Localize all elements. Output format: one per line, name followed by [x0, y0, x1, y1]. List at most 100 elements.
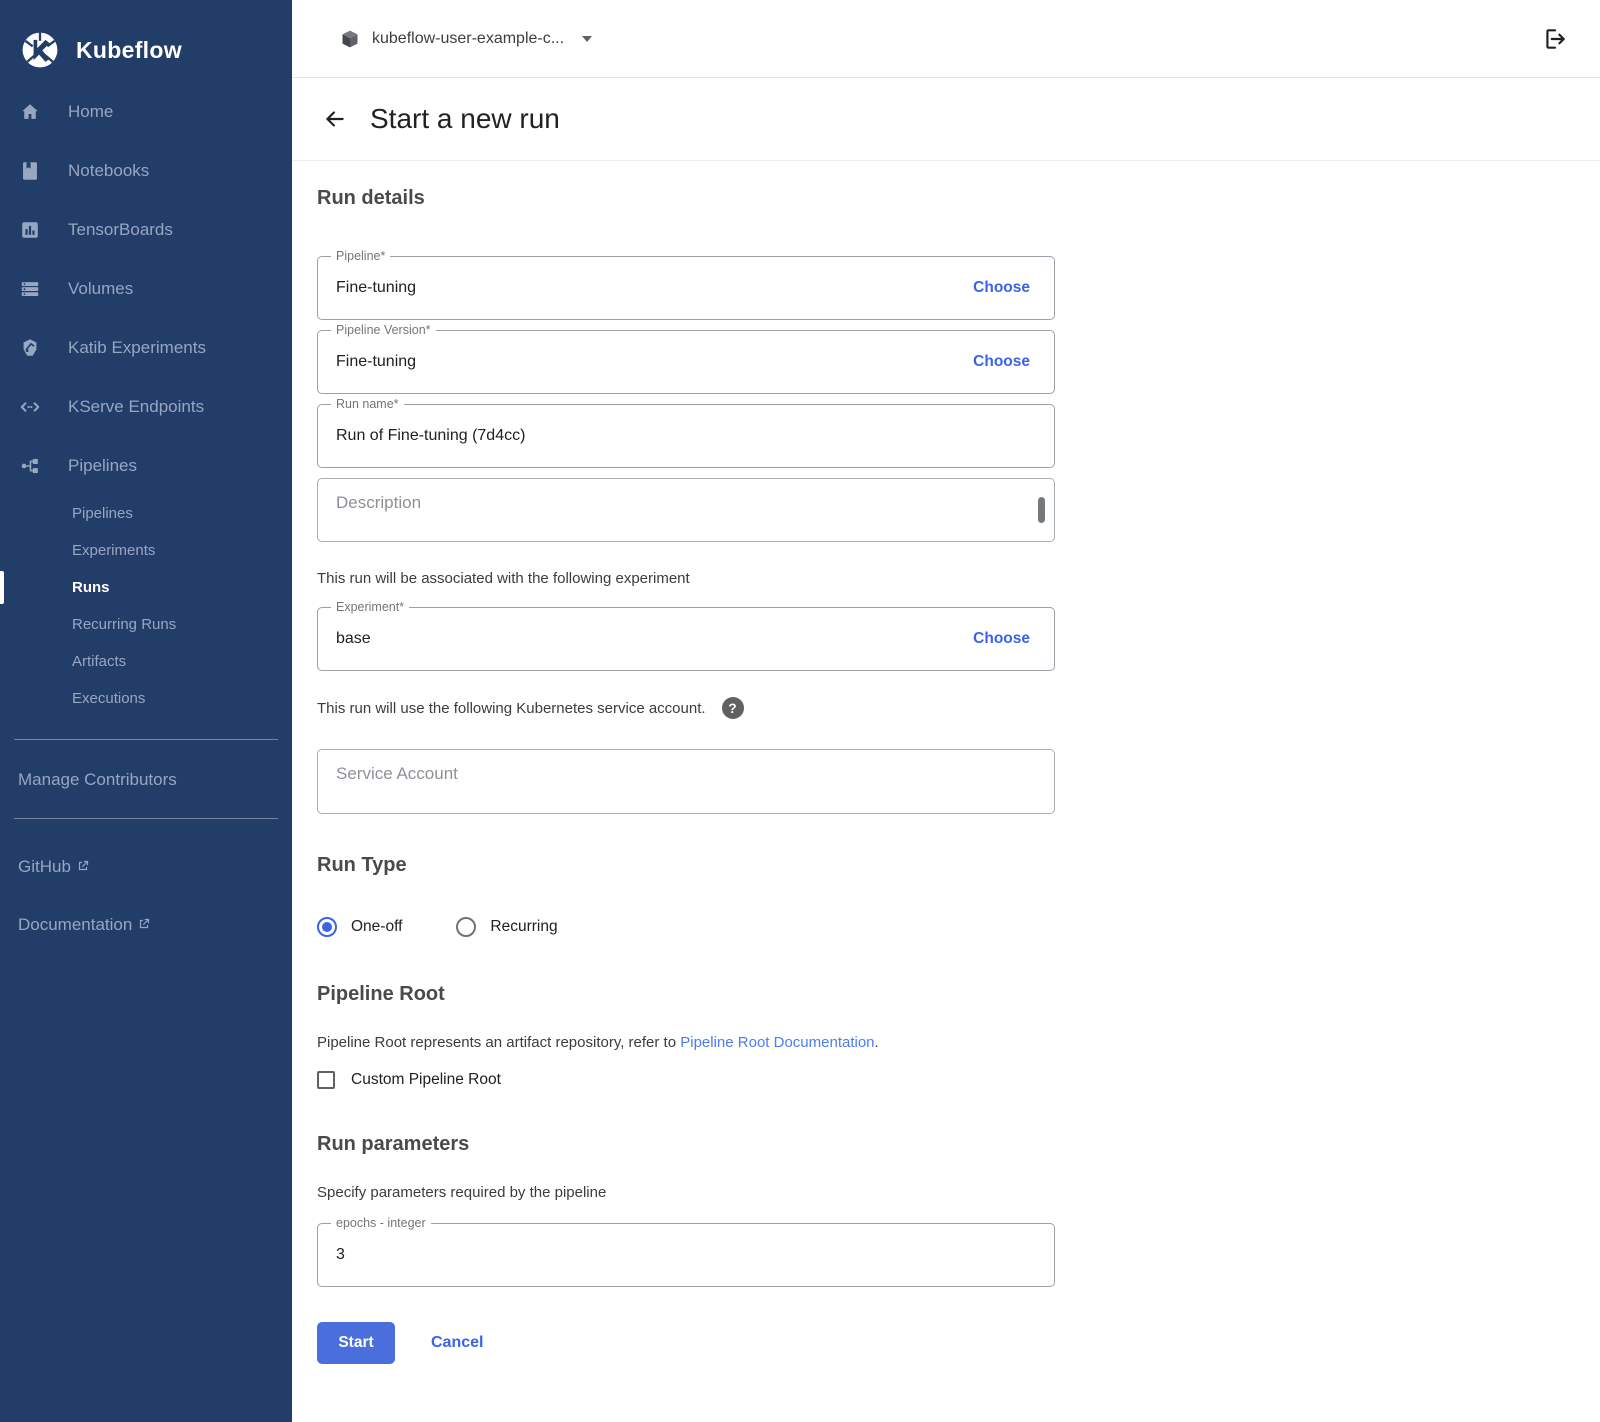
- sidebar: Kubeflow Home Notebooks TensorBoards: [0, 0, 292, 1422]
- checkbox-unchecked-icon[interactable]: [317, 1071, 335, 1089]
- notebook-icon: [18, 159, 42, 183]
- namespace-selector[interactable]: kubeflow-user-example-c...: [340, 29, 592, 49]
- back-button[interactable]: [320, 104, 350, 134]
- recurring-label: Recurring: [490, 918, 557, 936]
- sidebar-subitem-label: Pipelines: [72, 505, 133, 522]
- start-button[interactable]: Start: [317, 1322, 395, 1364]
- epochs-field[interactable]: epochs - integer: [317, 1223, 1055, 1287]
- custom-pipeline-root-label: Custom Pipeline Root: [351, 1071, 501, 1089]
- katib-icon: [18, 336, 42, 360]
- main-area: kubeflow-user-example-c... Start a new r…: [292, 0, 1600, 1422]
- bar-chart-icon: [18, 218, 42, 242]
- sidebar-item-notebooks[interactable]: Notebooks: [0, 141, 292, 200]
- form-content: Run details Pipeline* Fine-tuning Choose…: [292, 161, 1600, 1364]
- service-account-text: This run will use the following Kubernet…: [317, 700, 706, 717]
- custom-pipeline-root-option[interactable]: Custom Pipeline Root: [317, 1071, 1600, 1089]
- run-name-input[interactable]: [318, 405, 1054, 467]
- namespace-label: kubeflow-user-example-c...: [372, 30, 564, 48]
- pipeline-field-label: Pipeline*: [331, 248, 390, 264]
- home-icon: [18, 100, 42, 124]
- run-parameters-heading: Run parameters: [317, 1133, 1600, 1156]
- external-link-icon: [138, 915, 150, 935]
- pipeline-version-choose-button[interactable]: Choose: [969, 351, 1034, 373]
- experiment-choose-button[interactable]: Choose: [969, 628, 1034, 650]
- sidebar-item-label: Katib Experiments: [68, 338, 206, 358]
- sidebar-subitem-runs[interactable]: Runs: [0, 569, 292, 606]
- sidebar-subitem-label: Artifacts: [72, 653, 126, 670]
- external-link-icon: [77, 857, 89, 877]
- experiment-association-text: This run will be associated with the fol…: [317, 570, 1600, 587]
- sidebar-divider: [14, 818, 278, 819]
- run-details-heading: Run details: [317, 187, 1600, 210]
- sidebar-item-tensorboards[interactable]: TensorBoards: [0, 200, 292, 259]
- radio-unselected-icon[interactable]: [456, 917, 476, 937]
- pipeline-field[interactable]: Pipeline* Fine-tuning Choose: [317, 256, 1055, 320]
- pipeline-choose-button[interactable]: Choose: [969, 277, 1034, 299]
- run-type-recurring-option[interactable]: Recurring: [456, 917, 557, 937]
- service-account-text-row: This run will use the following Kubernet…: [317, 697, 1600, 719]
- sidebar-item-label: Home: [68, 102, 113, 122]
- sidebar-divider: [14, 739, 278, 740]
- sidebar-nav: Home Notebooks TensorBoards Volumes: [0, 82, 292, 717]
- description-field[interactable]: [317, 478, 1055, 542]
- run-type-one-off-option[interactable]: One-off: [317, 917, 402, 937]
- pipeline-root-documentation-link[interactable]: Pipeline Root Documentation: [680, 1034, 874, 1051]
- experiment-field-value: base: [336, 630, 371, 648]
- sidebar-item-label: Volumes: [68, 279, 133, 299]
- logout-button[interactable]: [1538, 22, 1572, 56]
- sidebar-item-home[interactable]: Home: [0, 82, 292, 141]
- help-icon[interactable]: ?: [722, 697, 744, 719]
- sidebar-item-label: Notebooks: [68, 161, 149, 181]
- pipeline-root-heading: Pipeline Root: [317, 983, 1600, 1006]
- documentation-link[interactable]: Documentation: [0, 915, 292, 935]
- form-actions: Start Cancel: [317, 1322, 1600, 1364]
- logout-icon: [1542, 26, 1568, 52]
- arrow-left-icon: [322, 106, 348, 132]
- namespace-cube-icon: [340, 29, 360, 49]
- sidebar-subitem-label: Experiments: [72, 542, 155, 559]
- sidebar-item-label: KServe Endpoints: [68, 397, 204, 417]
- experiment-field[interactable]: Experiment* base Choose: [317, 607, 1055, 671]
- storage-icon: [18, 277, 42, 301]
- page-header: Start a new run: [292, 78, 1600, 161]
- sidebar-subitem-recurring-runs[interactable]: Recurring Runs: [0, 606, 292, 643]
- description-textarea[interactable]: [318, 479, 1054, 541]
- service-account-field[interactable]: [317, 749, 1055, 814]
- sidebar-item-pipelines[interactable]: Pipelines: [0, 436, 292, 495]
- sidebar-item-katib-experiments[interactable]: Katib Experiments: [0, 318, 292, 377]
- sidebar-subitem-label: Recurring Runs: [72, 616, 176, 633]
- github-link[interactable]: GitHub: [0, 857, 292, 877]
- manage-contributors-link[interactable]: Manage Contributors: [0, 770, 292, 790]
- pipeline-version-field[interactable]: Pipeline Version* Fine-tuning Choose: [317, 330, 1055, 394]
- sidebar-subitem-pipelines[interactable]: Pipelines: [0, 495, 292, 532]
- pipeline-version-field-value: Fine-tuning: [336, 353, 416, 371]
- radio-selected-icon[interactable]: [317, 917, 337, 937]
- sidebar-subitem-artifacts[interactable]: Artifacts: [0, 643, 292, 680]
- run-type-heading: Run Type: [317, 854, 1600, 877]
- run-name-field[interactable]: Run name*: [317, 404, 1055, 468]
- run-type-options: One-off Recurring: [317, 917, 1600, 937]
- sidebar-item-label: TensorBoards: [68, 220, 173, 240]
- cancel-button[interactable]: Cancel: [423, 1330, 491, 1356]
- pipeline-field-value: Fine-tuning: [336, 279, 416, 297]
- sidebar-item-volumes[interactable]: Volumes: [0, 259, 292, 318]
- pipelines-icon: [18, 454, 42, 478]
- app-title: Kubeflow: [76, 37, 182, 64]
- page-title: Start a new run: [370, 103, 560, 135]
- kubeflow-logo-icon: [18, 28, 62, 72]
- chevron-down-icon: [582, 36, 592, 42]
- epochs-input[interactable]: [318, 1224, 1054, 1286]
- sidebar-item-kserve-endpoints[interactable]: KServe Endpoints: [0, 377, 292, 436]
- experiment-field-label: Experiment*: [331, 599, 409, 615]
- topbar: kubeflow-user-example-c...: [292, 0, 1600, 78]
- sidebar-subitem-experiments[interactable]: Experiments: [0, 532, 292, 569]
- service-account-input[interactable]: [318, 750, 1054, 813]
- run-parameters-text: Specify parameters required by the pipel…: [317, 1184, 1600, 1201]
- pipeline-root-text: Pipeline Root represents an artifact rep…: [317, 1034, 1600, 1051]
- endpoints-icon: [18, 395, 42, 419]
- pipeline-version-field-label: Pipeline Version*: [331, 322, 436, 338]
- textarea-scrollbar-thumb[interactable]: [1038, 497, 1045, 523]
- kubeflow-logo[interactable]: Kubeflow: [0, 0, 292, 82]
- one-off-label: One-off: [351, 918, 402, 936]
- sidebar-subitem-executions[interactable]: Executions: [0, 680, 292, 717]
